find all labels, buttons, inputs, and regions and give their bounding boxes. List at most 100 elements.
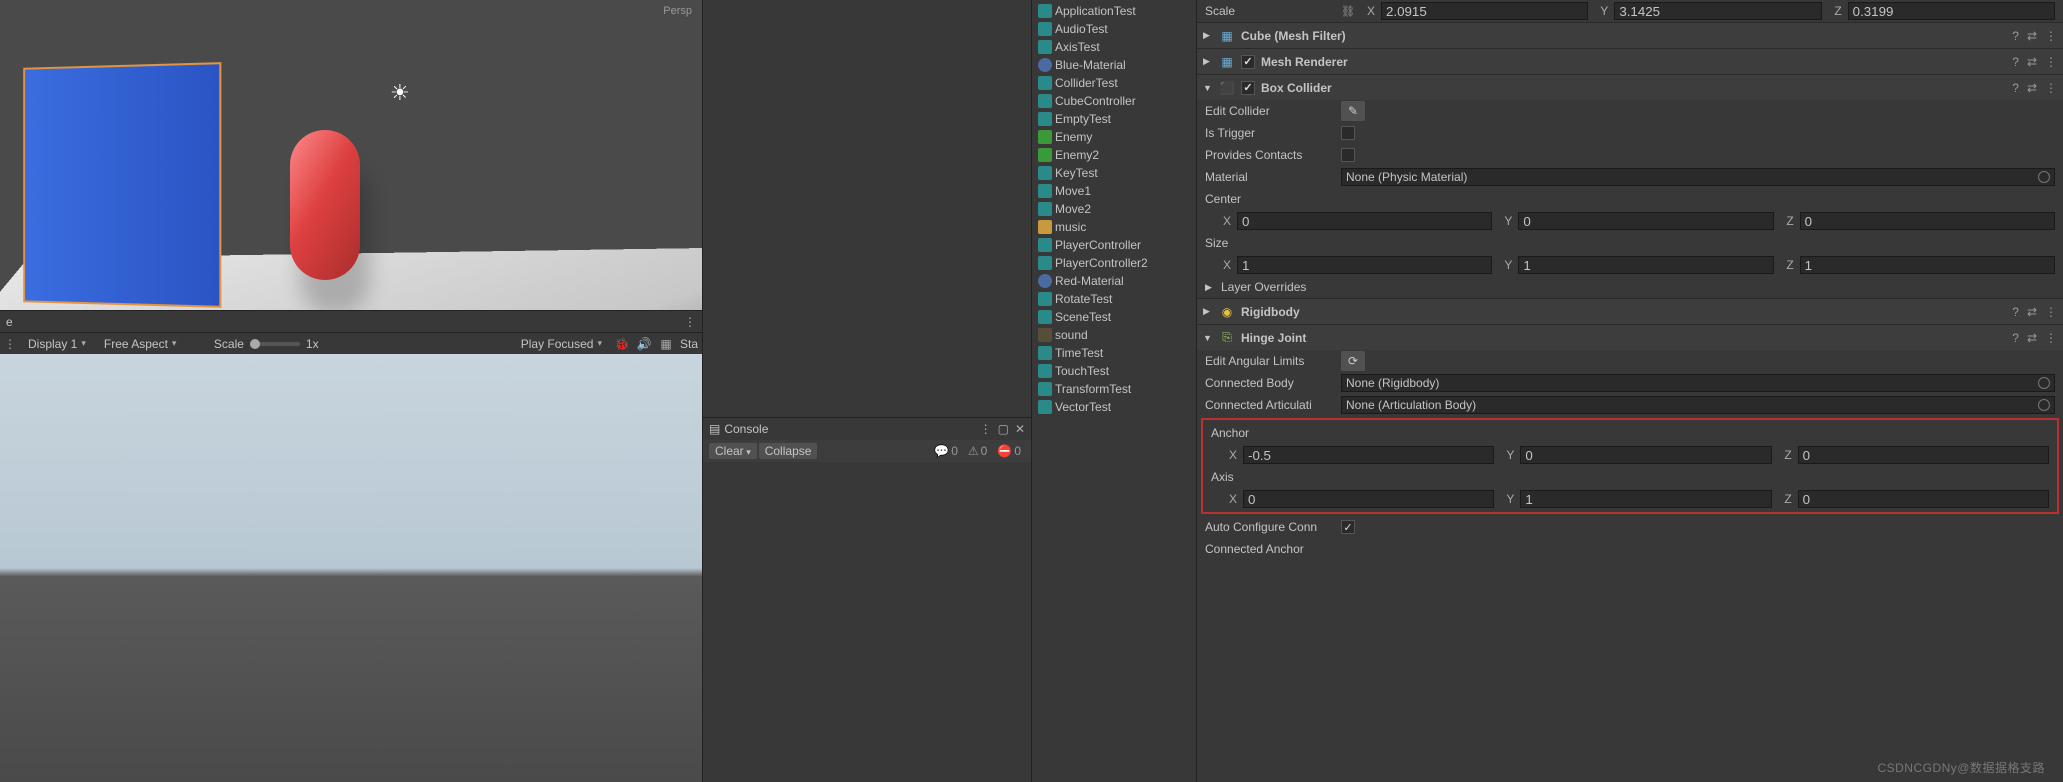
anchor-z-input[interactable] <box>1798 446 2049 464</box>
center-x-input[interactable] <box>1237 212 1492 230</box>
preset-icon[interactable]: ⇄ <box>2027 29 2037 43</box>
console-tab[interactable]: ▤ Console <box>709 422 768 436</box>
expand-icon[interactable]: ▶ <box>1205 282 1215 293</box>
stats-label[interactable]: Sta <box>680 337 698 351</box>
hierarchy-item[interactable]: PlayerController2 <box>1032 254 1196 272</box>
hierarchy-item[interactable]: SceneTest <box>1032 308 1196 326</box>
rigidbody-header[interactable]: ▶ ◉ Rigidbody ?⇄⋮ <box>1197 298 2063 324</box>
aspect-dropdown[interactable]: Free Aspect <box>98 337 208 351</box>
hierarchy-item[interactable]: Blue-Material <box>1032 56 1196 74</box>
auto-configure-checkbox[interactable] <box>1341 520 1355 534</box>
hinge-joint-header[interactable]: ▼ ⎘ Hinge Joint ?⇄⋮ <box>1197 324 2063 350</box>
hierarchy-item[interactable]: AxisTest <box>1032 38 1196 56</box>
hierarchy-panel[interactable]: ApplicationTestAudioTestAxisTestBlue-Mat… <box>1031 0 1196 782</box>
anchor-x-input[interactable] <box>1243 446 1494 464</box>
box-collider-enabled[interactable] <box>1241 81 1255 95</box>
hierarchy-item[interactable]: PlayerController <box>1032 236 1196 254</box>
center-y-input[interactable] <box>1518 212 1773 230</box>
hierarchy-item[interactable]: EmptyTest <box>1032 110 1196 128</box>
size-z-input[interactable] <box>1800 256 2055 274</box>
axis-x-input[interactable] <box>1243 490 1494 508</box>
menu-icon[interactable]: ⋮ <box>2045 305 2057 319</box>
hierarchy-item[interactable]: CubeController <box>1032 92 1196 110</box>
edit-collider-button[interactable]: ✎ <box>1341 101 1365 121</box>
help-icon[interactable]: ? <box>2012 81 2019 95</box>
hierarchy-item[interactable]: ApplicationTest <box>1032 2 1196 20</box>
menu-icon[interactable]: ⋮ <box>2045 81 2057 95</box>
warn-count[interactable]: ⚠0 <box>964 444 991 458</box>
help-icon[interactable]: ? <box>2012 29 2019 43</box>
hierarchy-item[interactable]: TransformTest <box>1032 380 1196 398</box>
box-collider-header[interactable]: ▼ ⬛ Box Collider ?⇄⋮ <box>1197 74 2063 100</box>
stats-icon[interactable]: ▦ <box>658 337 674 351</box>
menu-icon[interactable]: ⋮ <box>2045 331 2057 345</box>
anchor-y-input[interactable] <box>1520 446 1771 464</box>
clear-button[interactable]: Clear <box>709 443 757 459</box>
error-count[interactable]: ⛔0 <box>993 444 1025 458</box>
console-close-icon[interactable]: ✕ <box>1015 422 1025 436</box>
hierarchy-item[interactable]: Enemy2 <box>1032 146 1196 164</box>
center-z-input[interactable] <box>1800 212 2055 230</box>
expand-icon[interactable]: ▶ <box>1203 56 1213 67</box>
scene-view[interactable]: ☀ Persp <box>0 0 702 310</box>
info-count[interactable]: 💬0 <box>930 444 962 458</box>
blue-cube-object[interactable] <box>23 62 221 308</box>
play-focused-dropdown[interactable]: Play Focused <box>515 337 608 351</box>
light-gizmo-icon[interactable]: ☀ <box>390 80 410 106</box>
collapse-button[interactable]: Collapse <box>759 443 818 459</box>
hierarchy-item[interactable]: Enemy <box>1032 128 1196 146</box>
collapse-icon[interactable]: ▼ <box>1203 333 1213 343</box>
hierarchy-item[interactable]: TouchTest <box>1032 362 1196 380</box>
hierarchy-item[interactable]: VectorTest <box>1032 398 1196 416</box>
console-popout-icon[interactable]: ⋮ <box>980 422 992 436</box>
red-capsule-object[interactable] <box>290 130 360 280</box>
axis-z-input[interactable] <box>1798 490 2049 508</box>
material-field[interactable]: None (Physic Material) <box>1341 168 2055 186</box>
hierarchy-item[interactable]: Move1 <box>1032 182 1196 200</box>
object-picker-icon[interactable] <box>2038 171 2050 183</box>
hierarchy-item[interactable]: sound <box>1032 326 1196 344</box>
provides-contacts-checkbox[interactable] <box>1341 148 1355 162</box>
size-y-input[interactable] <box>1518 256 1773 274</box>
mesh-renderer-header[interactable]: ▶ ▦ Mesh Renderer ?⇄⋮ <box>1197 48 2063 74</box>
is-trigger-checkbox[interactable] <box>1341 126 1355 140</box>
hierarchy-item[interactable]: TimeTest <box>1032 344 1196 362</box>
game-view[interactable] <box>0 354 702 782</box>
help-icon[interactable]: ? <box>2012 305 2019 319</box>
axis-y-input[interactable] <box>1520 490 1771 508</box>
help-icon[interactable]: ? <box>2012 55 2019 69</box>
menu-icon[interactable]: ⋮ <box>2045 55 2057 69</box>
connected-articulation-field[interactable]: None (Articulation Body) <box>1341 396 2055 414</box>
display-dropdown[interactable]: Display 1 <box>22 337 92 351</box>
panel-menu-icon[interactable]: ⋮ <box>684 315 696 329</box>
mesh-renderer-enabled[interactable] <box>1241 55 1255 69</box>
mesh-filter-header[interactable]: ▶ ▦ Cube (Mesh Filter) ?⇄⋮ <box>1197 22 2063 48</box>
link-icon[interactable]: ⛓ <box>1341 5 1355 18</box>
connected-body-field[interactable]: None (Rigidbody) <box>1341 374 2055 392</box>
preset-icon[interactable]: ⇄ <box>2027 331 2037 345</box>
audio-icon[interactable]: 🔊 <box>636 337 652 351</box>
scale-y-input[interactable] <box>1614 2 1821 20</box>
scale-slider[interactable] <box>250 342 300 346</box>
hierarchy-item[interactable]: Move2 <box>1032 200 1196 218</box>
hierarchy-item[interactable]: AudioTest <box>1032 20 1196 38</box>
scale-z-input[interactable] <box>1848 2 2055 20</box>
console-maximize-icon[interactable]: ▢ <box>998 422 1009 436</box>
hierarchy-item[interactable]: RotateTest <box>1032 290 1196 308</box>
preset-icon[interactable]: ⇄ <box>2027 55 2037 69</box>
size-x-input[interactable] <box>1237 256 1492 274</box>
drag-handle-icon[interactable]: ⋮ <box>4 337 16 351</box>
menu-icon[interactable]: ⋮ <box>2045 29 2057 43</box>
expand-icon[interactable]: ▶ <box>1203 30 1213 41</box>
object-picker-icon[interactable] <box>2038 377 2050 389</box>
edit-angular-limits-button[interactable]: ⟳ <box>1341 351 1365 371</box>
collapse-icon[interactable]: ▼ <box>1203 83 1213 93</box>
hierarchy-item[interactable]: music <box>1032 218 1196 236</box>
preset-icon[interactable]: ⇄ <box>2027 305 2037 319</box>
hierarchy-item[interactable]: KeyTest <box>1032 164 1196 182</box>
hierarchy-item[interactable]: ColliderTest <box>1032 74 1196 92</box>
hierarchy-item[interactable]: Red-Material <box>1032 272 1196 290</box>
preset-icon[interactable]: ⇄ <box>2027 81 2037 95</box>
scale-x-input[interactable] <box>1381 2 1588 20</box>
bug-icon[interactable]: 🐞 <box>614 337 630 351</box>
